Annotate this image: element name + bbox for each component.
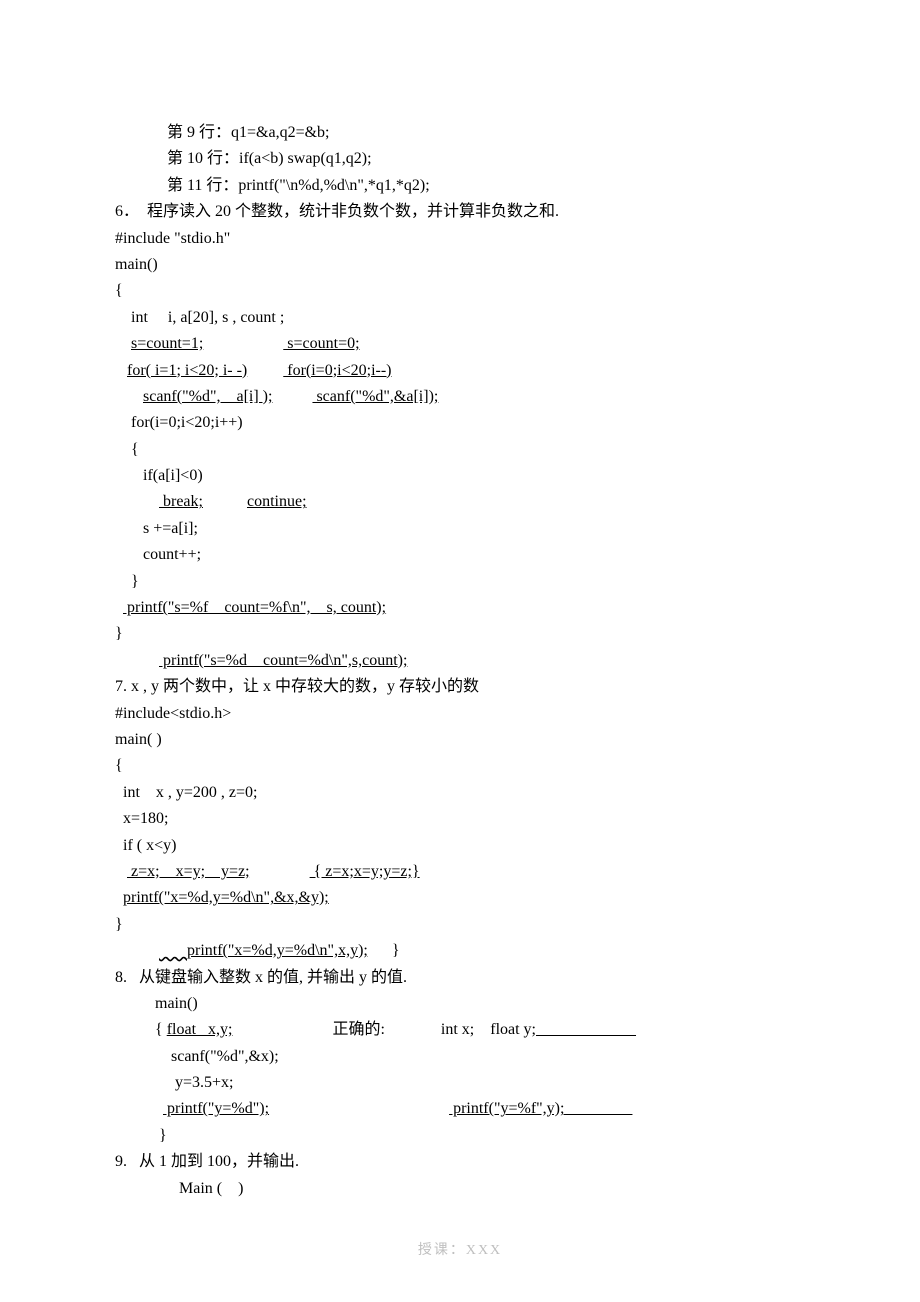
code-line: int i, a[20], s , count ; — [115, 305, 805, 331]
document-page: 第 9 行：q1=&a,q2=&b; 第 10 行：if(a<b) swap(q… — [0, 0, 920, 1302]
underlined-correction: printf("s=%d count=%d\n",s,count); — [159, 652, 407, 669]
code-line: z=x; x=y; y=z; { z=x;x=y;y=z;} — [115, 859, 805, 885]
code-line: { — [115, 753, 805, 779]
code-line: y=3.5+x; — [115, 1070, 805, 1096]
code-line: if ( x<y) — [115, 833, 805, 859]
underlined-correction: for(i=0;i<20;i--) — [283, 362, 391, 379]
underlined-correction: scanf("%d",&a[i]); — [312, 388, 438, 405]
code-line: #include<stdio.h> — [115, 701, 805, 727]
page-footer: 授课：XXX — [0, 1239, 920, 1262]
underlined-error: printf("s=%f count=%f\n", s, count); — [123, 599, 386, 616]
code-line: s=count=1; s=count=0; — [115, 331, 805, 357]
code-line: main() — [115, 252, 805, 278]
code-line: for( i=1; i<20; i- -) for(i=0;i<20;i--) — [115, 358, 805, 384]
text-line: 8. 从键盘输入整数 x 的值, 并输出 y 的值. — [115, 965, 805, 991]
code-line: } — [115, 569, 805, 595]
code-line: printf("x=%d,y=%d\n",x,y); } — [115, 938, 805, 964]
code-line: scanf("%d", a[i] ); scanf("%d",&a[i]); — [115, 384, 805, 410]
code-line: for(i=0;i<20;i++) — [115, 410, 805, 436]
wavy-underline — [159, 942, 187, 959]
code-line: { — [115, 437, 805, 463]
underlined-error: break; — [159, 493, 203, 510]
code-line: { float x,y; 正确的: int x; float y; — [115, 1017, 805, 1043]
underlined-correction: { z=x;x=y;y=z;} — [310, 863, 420, 880]
underlined-error: z=x; x=y; y=z; — [127, 863, 250, 880]
text-line: 7. x , y 两个数中，让 x 中存较大的数，y 存较小的数 — [115, 674, 805, 700]
code-line: printf("s=%d count=%d\n",s,count); — [115, 648, 805, 674]
underlined-correction: continue; — [247, 493, 307, 510]
code-line: count++; — [115, 542, 805, 568]
code-line: break; continue; — [115, 489, 805, 515]
code-line: #include "stdio.h" — [115, 226, 805, 252]
code-line: scanf("%d",&x); — [115, 1044, 805, 1070]
text-line: 第 9 行：q1=&a,q2=&b; — [115, 120, 805, 146]
code-line: int x , y=200 , z=0; — [115, 780, 805, 806]
underlined-correction: printf("x=%d,y=%d\n",x,y); — [187, 942, 368, 959]
code-line: main( ) — [115, 727, 805, 753]
underlined-error: for( i=1; i<20; i- -) — [127, 362, 247, 379]
code-line: x=180; — [115, 806, 805, 832]
underlined-correction: s=count=0; — [283, 335, 359, 352]
underlined-blank — [536, 1021, 636, 1038]
code-line: s +=a[i]; — [115, 516, 805, 542]
code-line: } — [115, 912, 805, 938]
underlined-error: printf("y=%d"); — [163, 1100, 269, 1117]
code-line: } — [115, 1123, 805, 1149]
code-line: printf("x=%d,y=%d\n",&x,&y); — [115, 885, 805, 911]
underlined-error: scanf("%d", a[i] ); — [143, 388, 272, 405]
code-line: if(a[i]<0) — [115, 463, 805, 489]
text-line: 9. 从 1 加到 100，并输出. — [115, 1149, 805, 1175]
underlined-correction: printf("y=%f",y); — [449, 1100, 632, 1117]
text-line: 第 10 行：if(a<b) swap(q1,q2); — [115, 146, 805, 172]
code-line: } — [115, 621, 805, 647]
text-line: 第 11 行：printf("\n%d,%d\n",*q1,*q2); — [115, 173, 805, 199]
underlined-error: printf("x=%d,y=%d\n",&x,&y); — [123, 889, 329, 906]
underlined-error: float x,y; — [167, 1021, 233, 1038]
text-line: 6． 程序读入 20 个整数，统计非负数个数，并计算非负数之和. — [115, 199, 805, 225]
code-line: Main ( ) — [115, 1176, 805, 1202]
code-line: main() — [115, 991, 805, 1017]
code-line: printf("s=%f count=%f\n", s, count); — [115, 595, 805, 621]
underlined-error: s=count=1; — [131, 335, 203, 352]
code-line: { — [115, 278, 805, 304]
code-line: printf("y=%d"); printf("y=%f",y); — [115, 1096, 805, 1122]
